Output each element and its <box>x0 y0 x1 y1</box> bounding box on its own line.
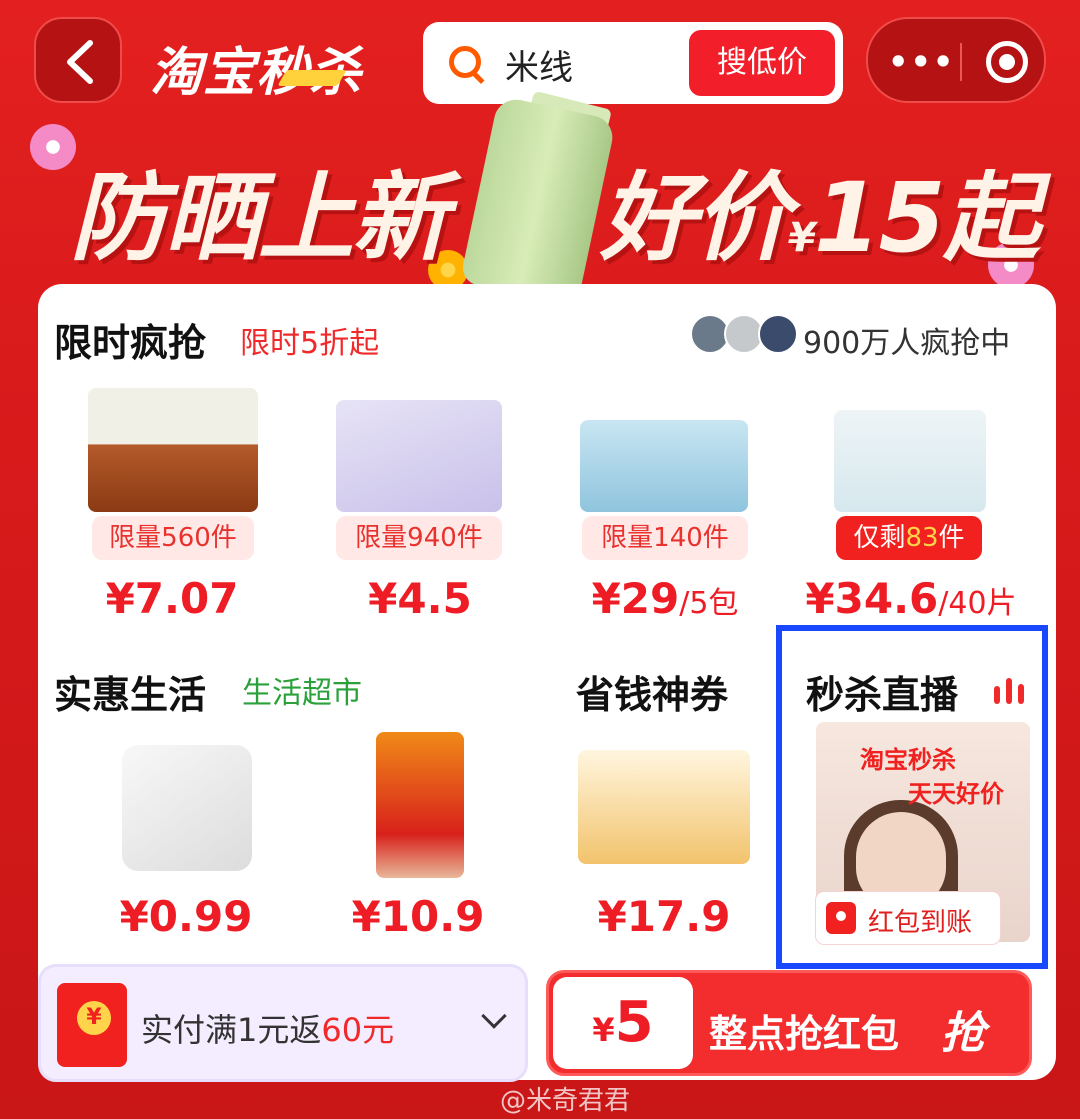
coupon-section-title[interactable]: 省钱神券 <box>576 664 728 719</box>
price-unit: /5包 <box>679 586 739 621</box>
live-title[interactable]: 秒杀直播 <box>806 664 958 719</box>
watermark: @米奇君君 <box>500 1086 631 1116</box>
mini-program-capsule: ••• <box>866 17 1046 103</box>
grab-redpacket-bar[interactable]: ¥5 整点抢红包 抢 <box>546 970 1032 1076</box>
product-price: ¥4.5 <box>330 574 510 623</box>
brand-logo: 淘宝秒杀 <box>150 43 363 103</box>
live-overlay-brand: 淘宝秒杀 <box>860 746 956 774</box>
hot-buyer-count: 900万人疯抢中 <box>803 326 1011 361</box>
stock-tag: 限量560件 <box>92 516 254 560</box>
banner-price-prefix: 好价 <box>600 162 790 274</box>
product-image-snack[interactable] <box>88 388 258 512</box>
search-input[interactable]: 米线 <box>505 40 573 89</box>
cashback-coupon-bar[interactable]: 实付满1元返60元 <box>38 964 528 1082</box>
redpacket-currency: ¥ <box>592 1011 615 1049</box>
live-overlay-slogan: 天天好价 <box>908 780 1004 808</box>
price-value: ¥17.9 <box>597 892 731 941</box>
banner-title[interactable]: 防晒上新 <box>70 140 448 279</box>
price-value: ¥34.6 <box>805 574 939 623</box>
banner-price-currency: ¥ <box>788 215 816 261</box>
back-button[interactable] <box>34 17 122 103</box>
grab-redpacket-label: 整点抢红包 <box>709 1012 900 1056</box>
search-box[interactable]: 米线 搜低价 <box>423 22 843 104</box>
product-image-tissue[interactable] <box>336 400 502 512</box>
stock-tag: 限量940件 <box>336 516 502 560</box>
product-price: ¥34.6/40片 <box>792 574 1030 623</box>
product-price: ¥0.99 <box>96 892 276 941</box>
avatar <box>758 314 798 354</box>
buyer-avatars <box>690 314 800 354</box>
banner-price[interactable]: 好价¥15起 <box>600 140 1040 279</box>
search-lowprice-button[interactable]: 搜低价 <box>689 30 835 96</box>
price-unit: /40片 <box>938 586 1017 621</box>
brand-bolt-icon <box>277 70 347 86</box>
living-subtitle: 生活超市 <box>242 676 362 711</box>
product-price: ¥10.9 <box>328 892 508 941</box>
price-value: ¥4.5 <box>368 574 472 623</box>
product-image-fries[interactable] <box>578 750 750 864</box>
banner-price-amount: 15起 <box>813 162 1040 274</box>
grab-button[interactable]: 抢 <box>941 997 985 1061</box>
redpacket-icon <box>826 902 856 934</box>
product-price: ¥17.9 <box>574 892 754 941</box>
chevron-left-icon <box>67 40 93 84</box>
product-image-hook[interactable] <box>122 745 252 871</box>
living-title[interactable]: 实惠生活 <box>54 664 206 719</box>
redpacket-label: 红包到账 <box>868 908 973 938</box>
flash-sale-subtitle: 限时5折起 <box>240 326 380 361</box>
chevron-down-icon[interactable] <box>481 1003 507 1029</box>
cashback-text: 实付满1元返60元 <box>141 1005 394 1051</box>
close-target-icon[interactable] <box>986 41 1028 83</box>
stock-tag-suffix: 件 <box>938 523 965 553</box>
product-price: ¥29/5包 <box>560 574 770 623</box>
price-value: ¥29 <box>591 574 680 623</box>
search-icon <box>449 46 481 78</box>
stock-tag-prefix: 仅剩 <box>853 523 906 553</box>
redpacket-badge[interactable]: 红包到账 <box>816 892 1000 944</box>
capsule-divider <box>960 43 962 81</box>
product-price: ¥7.07 <box>82 574 262 623</box>
product-image-diapers[interactable] <box>834 410 986 512</box>
live-indicator-icon <box>992 668 1032 704</box>
price-value: ¥0.99 <box>119 892 253 941</box>
red-envelope-icon <box>57 983 127 1067</box>
flash-sale-title[interactable]: 限时疯抢 <box>54 312 206 367</box>
redpacket-amount-value: 5 <box>614 990 654 1055</box>
stock-remaining-tag: 仅剩83件 <box>836 516 982 560</box>
product-image-wipes[interactable] <box>580 420 748 512</box>
product-image-sausage[interactable] <box>376 732 464 878</box>
more-icon[interactable]: ••• <box>888 43 955 81</box>
cashback-prefix: 实付满1元返 <box>141 1011 322 1049</box>
price-value: ¥10.9 <box>351 892 485 941</box>
stock-tag: 限量140件 <box>582 516 748 560</box>
redpacket-amount: ¥5 <box>553 977 693 1069</box>
cashback-amount: 60元 <box>321 1011 395 1049</box>
price-value: ¥7.07 <box>105 574 239 623</box>
stock-tag-count: 83 <box>905 523 939 553</box>
